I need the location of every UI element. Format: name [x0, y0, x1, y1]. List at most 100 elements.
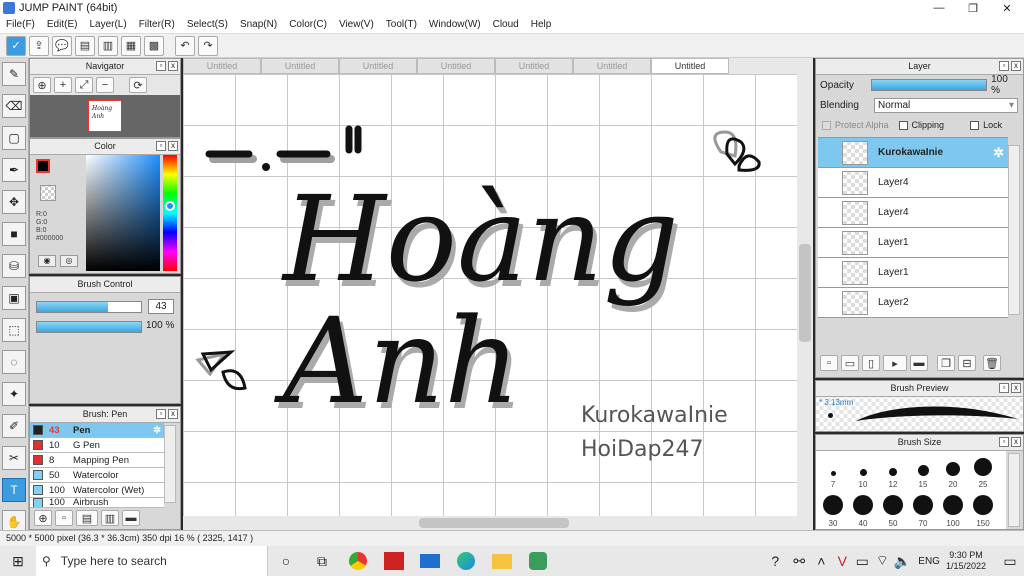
- bucket-tool-icon[interactable]: ⛁: [2, 254, 26, 278]
- marquee-tool-icon[interactable]: ⬚: [2, 318, 26, 342]
- vertical-scroll-thumb[interactable]: [799, 244, 811, 342]
- select-eraser-tool-icon[interactable]: ✂: [2, 446, 26, 470]
- brush-size-scrollbar[interactable]: [1008, 453, 1020, 527]
- people-icon[interactable]: ⚯: [788, 546, 810, 576]
- layer-row-layer4[interactable]: Layer4: [818, 168, 1008, 198]
- panel-detach-icon[interactable]: ▫: [156, 141, 166, 151]
- menu-view[interactable]: View(V): [333, 19, 380, 30]
- move-tool-icon[interactable]: ✥: [2, 190, 26, 214]
- undo-icon[interactable]: ↶: [175, 35, 195, 56]
- paint-app-icon[interactable]: [520, 546, 556, 576]
- fit-icon[interactable]: ⤢: [75, 77, 93, 93]
- pen-tool-icon[interactable]: ✒: [2, 158, 26, 182]
- panel-detach-icon[interactable]: ▫: [156, 61, 166, 71]
- brush-add-icon[interactable]: ⊕: [34, 510, 52, 526]
- language-indicator[interactable]: ENG: [918, 556, 940, 567]
- transparent-color-swatch[interactable]: [40, 185, 56, 201]
- trash-icon[interactable]: 🗑: [983, 355, 1001, 371]
- saturation-value-picker[interactable]: [86, 155, 160, 271]
- document-icon[interactable]: ▥: [98, 35, 118, 56]
- eraser-tool-icon[interactable]: ⌫: [2, 94, 26, 118]
- task-view-icon[interactable]: ⧉: [304, 546, 340, 576]
- brush-settings-icon[interactable]: ✲: [153, 425, 161, 436]
- zoom-plus-icon[interactable]: +: [54, 77, 72, 93]
- tab-untitled-3[interactable]: Untitled: [339, 58, 417, 74]
- zoom-in-icon[interactable]: ⊕: [33, 77, 51, 93]
- navigator-thumbnail[interactable]: Hoàng Anh: [88, 100, 122, 132]
- rotate-icon[interactable]: ⟳: [129, 77, 147, 93]
- fill-rect-tool-icon[interactable]: ■: [2, 222, 26, 246]
- layer-menu-icon[interactable]: ▸: [883, 355, 907, 371]
- grid-settings-icon[interactable]: ▩: [144, 35, 164, 56]
- menu-snap[interactable]: Snap(N): [234, 19, 283, 30]
- layer-row-layer4[interactable]: Layer4: [818, 198, 1008, 228]
- menu-file[interactable]: File(F): [0, 19, 41, 30]
- menu-select[interactable]: Select(S): [181, 19, 234, 30]
- jump-paint-taskbar-icon[interactable]: [376, 546, 412, 576]
- clock[interactable]: 9:30 PM 1/15/2022: [946, 550, 986, 572]
- battery-icon[interactable]: ▭: [852, 546, 872, 576]
- brush-size-100[interactable]: 100: [938, 490, 968, 528]
- layer-row-kurokawainie[interactable]: KurokawaInie ✲: [818, 138, 1008, 168]
- layer-list-scrollbar[interactable]: [1008, 145, 1020, 315]
- clipping-checkbox[interactable]: [898, 120, 908, 130]
- blending-select[interactable]: Normal ▾: [874, 97, 1018, 113]
- chevron-up-icon[interactable]: ˄: [810, 546, 832, 576]
- panel-detach-icon[interactable]: ▫: [999, 383, 1009, 393]
- panel-detach-icon[interactable]: ▫: [999, 437, 1009, 447]
- tab-untitled-6[interactable]: Untitled: [573, 58, 651, 74]
- cloud-check-icon[interactable]: ✓: [6, 35, 26, 56]
- panel-detach-icon[interactable]: ▫: [999, 61, 1009, 71]
- protect-alpha-checkbox[interactable]: [822, 120, 831, 130]
- brush-list-scrollbar[interactable]: [164, 425, 176, 503]
- menu-color[interactable]: Color(C): [283, 19, 333, 30]
- brush-size-input[interactable]: 43: [148, 299, 174, 314]
- layer-row-layer2[interactable]: Layer2: [818, 288, 1008, 318]
- new-vector-layer-icon[interactable]: ▯: [862, 355, 880, 371]
- brush-size-50[interactable]: 50: [878, 490, 908, 528]
- brush-opacity-slider[interactable]: [36, 321, 142, 333]
- brush-size-25[interactable]: 25: [968, 451, 998, 489]
- network-icon[interactable]: ⌔: [872, 546, 892, 576]
- layer-opacity-slider[interactable]: [871, 79, 988, 91]
- close-button[interactable]: ✕: [990, 0, 1024, 16]
- brush-copy-icon[interactable]: ▤: [76, 510, 98, 526]
- cortana-icon[interactable]: ○: [268, 546, 304, 576]
- brush-size-150[interactable]: 150: [968, 490, 998, 528]
- brush-item-g-pen[interactable]: 10 G Pen: [30, 438, 164, 453]
- duplicate-layer-icon[interactable]: ❐: [937, 355, 955, 371]
- layer-row-layer1[interactable]: Layer1: [818, 258, 1008, 288]
- brush-size-7[interactable]: 7: [818, 451, 848, 489]
- brush-item-watercolor-wet[interactable]: 100 Watercolor (Wet): [30, 483, 164, 498]
- panel-close-icon[interactable]: x: [1011, 383, 1021, 393]
- new-raster-layer-icon[interactable]: ▭: [841, 355, 859, 371]
- menu-filter[interactable]: Filter(R): [133, 19, 181, 30]
- brush-size-10[interactable]: 10: [848, 451, 878, 489]
- layer-folder-icon[interactable]: ▬: [910, 355, 928, 371]
- windows-start-icon[interactable]: ⊞: [0, 546, 36, 576]
- hue-slider-handle[interactable]: [165, 201, 175, 211]
- minimize-button[interactable]: —: [922, 0, 956, 16]
- brush-size-slider[interactable]: [36, 301, 142, 313]
- redo-icon[interactable]: ↷: [198, 35, 218, 56]
- brush-size-15[interactable]: 15: [908, 451, 938, 489]
- layout-icon[interactable]: ▦: [121, 35, 141, 56]
- layer-settings-icon[interactable]: ✲: [993, 145, 1004, 161]
- tab-untitled-active[interactable]: Untitled: [651, 58, 729, 74]
- panel-close-icon[interactable]: x: [168, 409, 178, 419]
- canvas-vertical-scrollbar[interactable]: [797, 74, 813, 516]
- panel-close-icon[interactable]: x: [1011, 437, 1021, 447]
- layer-row-layer1[interactable]: Layer1: [818, 228, 1008, 258]
- zoom-out-icon[interactable]: −: [96, 77, 114, 93]
- notification-icon[interactable]: ▭: [996, 546, 1024, 576]
- panel-close-icon[interactable]: x: [1011, 61, 1021, 71]
- mail-icon[interactable]: [412, 546, 448, 576]
- eyedropper-icon[interactable]: ◉: [38, 255, 56, 267]
- select-rect-tool-icon[interactable]: ▢: [2, 126, 26, 150]
- panel-close-icon[interactable]: x: [168, 61, 178, 71]
- gradient-tool-icon[interactable]: ▣: [2, 286, 26, 310]
- menu-edit[interactable]: Edit(E): [41, 19, 84, 30]
- hue-slider[interactable]: [163, 155, 177, 271]
- palette-icon[interactable]: ◎: [60, 255, 78, 267]
- new-layer-icon[interactable]: ▫: [820, 355, 838, 371]
